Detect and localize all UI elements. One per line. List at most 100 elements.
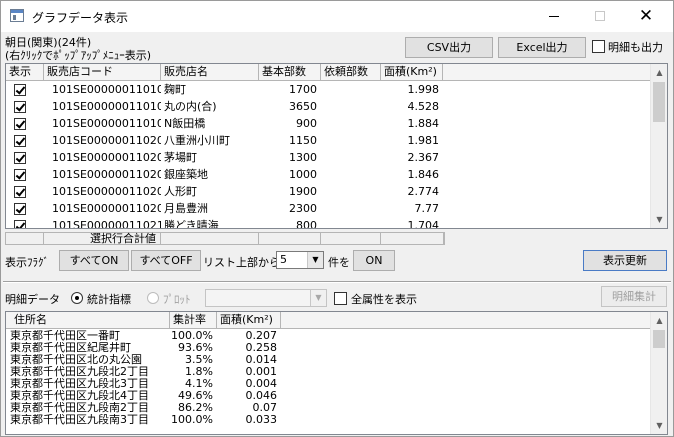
store-name: N飯田橋 (164, 117, 206, 130)
table-row[interactable]: 101SE000000110212 勝どき晴海 800 1.704 (6, 218, 651, 229)
chevron-down-icon[interactable]: ▼ (310, 290, 326, 306)
minimize-button[interactable] (531, 1, 577, 32)
col-display[interactable]: 表示 (6, 64, 44, 81)
table-row[interactable]: 101SE000000110208 人形町 1900 2.774 (6, 184, 651, 200)
request-count (321, 150, 381, 166)
list-item[interactable]: 東京都千代田区九段北4丁目 49.6% 0.046 (6, 390, 651, 402)
csv-export-button[interactable]: CSV出力 (405, 37, 493, 58)
list-item[interactable]: 東京都千代田区九段南3丁目 100.0% 0.033 (6, 414, 651, 426)
request-count (321, 218, 381, 228)
col-request-count[interactable]: 依頼部数 (321, 64, 381, 81)
table-row[interactable]: 101SE000000110209 月島豊洲 2300 7.77 (6, 201, 651, 217)
table-row[interactable]: 101SE000000110201 八重洲小川町 1150 1.981 (6, 133, 651, 149)
display-flag-checkbox[interactable] (14, 220, 26, 228)
chevron-down-icon[interactable]: ▼ (307, 252, 323, 268)
list-item[interactable]: 東京都千代田区一番町 100.0% 0.207 (6, 330, 651, 342)
address-area: 0.07 (252, 402, 278, 414)
scroll-down-icon[interactable]: ▼ (651, 417, 667, 434)
detail-output-checkbox[interactable] (592, 40, 605, 53)
base-count: 800 (296, 219, 317, 229)
store-code: 101SE000000110209 (52, 202, 161, 215)
show-all-attributes-label: 全属性を表示 (351, 293, 417, 306)
col-base-count[interactable]: 基本部数 (259, 64, 321, 81)
app-icon (10, 9, 24, 22)
col-address-area[interactable]: 面積(Km²) (217, 312, 281, 329)
col-address[interactable]: 住所名 (6, 312, 170, 329)
display-flag-checkbox[interactable] (14, 152, 26, 164)
store-name: 人形町 (164, 185, 197, 198)
count-select[interactable]: 5 ▼ (276, 251, 324, 269)
count-suffix-label: 件を (328, 256, 350, 269)
scroll-thumb[interactable] (653, 330, 665, 348)
all-on-button[interactable]: すべてON (59, 250, 129, 271)
table-row[interactable]: 101SE000000110106 丸の内(合) 3650 4.528 (6, 99, 651, 115)
col-store-code[interactable]: 販売店コード (44, 64, 161, 81)
address-name: 東京都千代田区九段南2丁目 (10, 402, 149, 414)
request-count (321, 82, 381, 98)
detail-aggregate-button[interactable]: 明細集計 (601, 286, 667, 307)
store-code: 101SE000000110212 (52, 219, 161, 229)
scroll-thumb[interactable] (653, 82, 665, 122)
list-item[interactable]: 東京都千代田区九段南2丁目 86.2% 0.07 (6, 402, 651, 414)
display-flag-checkbox[interactable] (14, 118, 26, 130)
col-area[interactable]: 面積(Km²) (381, 64, 443, 81)
store-code: 101SE000000110201 (52, 134, 161, 147)
close-button[interactable]: ✕ (623, 1, 669, 32)
list-item[interactable]: 東京都千代田区九段北2丁目 1.8% 0.001 (6, 366, 651, 378)
maximize-button[interactable] (577, 1, 623, 32)
plot-radio[interactable] (147, 292, 159, 304)
store-table: 表示 販売店コード 販売店名 基本部数 依頼部数 面積(Km²) 101SE00… (5, 63, 668, 229)
scroll-down-icon[interactable]: ▼ (651, 211, 667, 228)
display-flag-checkbox[interactable] (14, 186, 26, 198)
stats-radio[interactable] (71, 292, 83, 304)
table-row[interactable]: 101SE000000110107 N飯田橋 900 1.884 (6, 116, 651, 132)
scroll-up-icon[interactable]: ▲ (651, 312, 667, 329)
display-flag-checkbox[interactable] (14, 135, 26, 147)
area-value: 1.846 (407, 168, 440, 181)
display-flag-checkbox[interactable] (14, 101, 26, 113)
show-all-attributes-checkbox[interactable] (334, 292, 347, 305)
display-flag-checkbox[interactable] (14, 169, 26, 181)
address-area: 0.001 (245, 366, 278, 378)
address-table-header: 住所名 集計率 面積(Km²) (6, 312, 651, 329)
address-name: 東京都千代田区九段北4丁目 (10, 390, 149, 402)
col-store-name[interactable]: 販売店名 (161, 64, 259, 81)
store-code: 101SE000000110202 (52, 151, 161, 164)
store-name: 八重洲小川町 (164, 134, 230, 147)
base-count: 900 (296, 117, 317, 130)
all-off-button[interactable]: すべてOFF (131, 250, 201, 271)
store-name: 月島豊洲 (164, 202, 208, 215)
address-area: 0.033 (245, 414, 278, 426)
store-table-scrollbar[interactable]: ▲ ▼ (650, 64, 667, 228)
col-rate[interactable]: 集計率 (170, 312, 217, 329)
store-name: 丸の内(合) (164, 100, 217, 113)
display-flag-checkbox[interactable] (14, 84, 26, 96)
display-flag-checkbox[interactable] (14, 203, 26, 215)
store-code: 101SE000000110107 (52, 117, 161, 130)
request-count (321, 184, 381, 200)
address-name: 東京都千代田区九段南3丁目 (10, 414, 149, 426)
store-table-header: 表示 販売店コード 販売店名 基本部数 依頼部数 面積(Km²) (6, 64, 651, 81)
address-area: 0.046 (245, 390, 278, 402)
minimize-icon (549, 16, 559, 17)
display-flag-label: 表示ﾌﾗｸﾞ (5, 256, 49, 269)
list-item[interactable]: 東京都千代田区北の丸公園 3.5% 0.014 (6, 354, 651, 366)
request-count (321, 133, 381, 149)
plot-select[interactable]: ▼ (205, 289, 327, 307)
table-row[interactable]: 101SE000000110101 麹町 1700 1.998 (6, 82, 651, 98)
list-item[interactable]: 東京都千代田区九段北3丁目 4.1% 0.004 (6, 378, 651, 390)
aggregate-rate: 1.8% (185, 366, 213, 378)
table-row[interactable]: 101SE000000110202 茅場町 1300 2.367 (6, 150, 651, 166)
area-value: 1.981 (407, 134, 440, 147)
table-row[interactable]: 101SE000000110204 銀座築地 1000 1.846 (6, 167, 651, 183)
excel-export-button[interactable]: Excel出力 (498, 37, 586, 58)
scroll-up-icon[interactable]: ▲ (651, 64, 667, 81)
store-code: 101SE000000110208 (52, 185, 161, 198)
address-table-scrollbar[interactable]: ▲ ▼ (650, 312, 667, 434)
refresh-display-button[interactable]: 表示更新 (583, 250, 667, 271)
address-name: 東京都千代田区紀尾井町 (10, 342, 131, 354)
address-area: 0.258 (245, 342, 278, 354)
store-name: 勝どき晴海 (164, 219, 219, 229)
apply-on-button[interactable]: ON (353, 250, 395, 271)
list-item[interactable]: 東京都千代田区紀尾井町 93.6% 0.258 (6, 342, 651, 354)
